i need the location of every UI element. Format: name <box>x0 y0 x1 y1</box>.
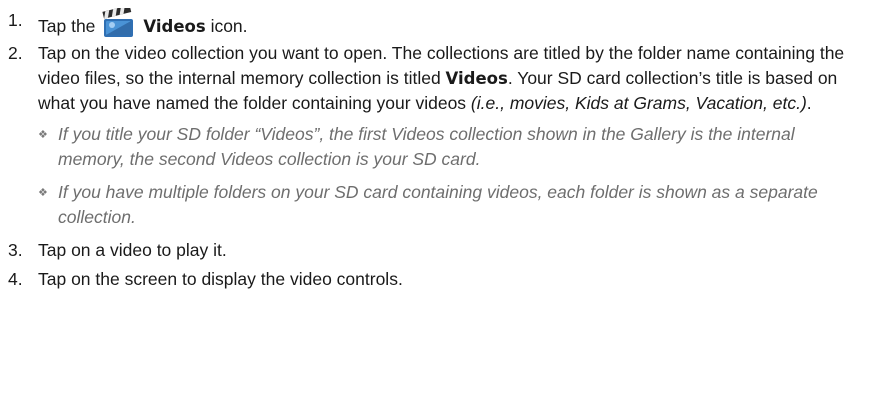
step-text-before: Tap the <box>38 16 96 36</box>
examples-text: (i.e., movies, Kids at Grams, Vacation, … <box>470 93 807 113</box>
note-item: ❖ If you have multiple folders on your S… <box>38 180 864 230</box>
step-4: 4. Tap on the screen to display the vide… <box>8 267 864 292</box>
note-item: ❖ If you title your SD folder “Videos”, … <box>38 122 864 172</box>
step-text: Tap the Videos icon. <box>38 8 864 39</box>
step-2: 2. Tap on the video collection you want … <box>8 41 864 238</box>
note-list: ❖ If you title your SD folder “Videos”, … <box>38 122 864 230</box>
video-clapperboard-icon <box>101 8 135 38</box>
videos-label: Videos <box>143 17 206 36</box>
note-text: If you title your SD folder “Videos”, th… <box>58 124 795 169</box>
step-number: 4. <box>8 269 23 289</box>
step-number: 2. <box>8 43 23 63</box>
step-text: Tap on a video to play it. <box>38 240 227 260</box>
instruction-document: 1. Tap the Videos icon. 2. Tap on the vi… <box>0 0 872 420</box>
diamond-bullet-icon: ❖ <box>38 187 48 199</box>
diamond-bullet-icon: ❖ <box>38 129 48 141</box>
step-paragraph: Tap on the video collection you want to … <box>38 41 864 116</box>
step-text-part: . <box>806 93 812 113</box>
step-number: 1. <box>8 10 23 30</box>
videos-label: Videos <box>445 69 508 88</box>
step-content: Tap on the video collection you want to … <box>38 41 864 238</box>
note-text: If you have multiple folders on your SD … <box>58 182 818 227</box>
step-text-after: icon. <box>205 16 248 36</box>
step-number: 3. <box>8 240 23 260</box>
step-text: Tap on the screen to display the video c… <box>38 269 403 289</box>
step-1: 1. Tap the Videos icon. <box>8 8 864 39</box>
step-3: 3. Tap on a video to play it. <box>8 238 864 263</box>
